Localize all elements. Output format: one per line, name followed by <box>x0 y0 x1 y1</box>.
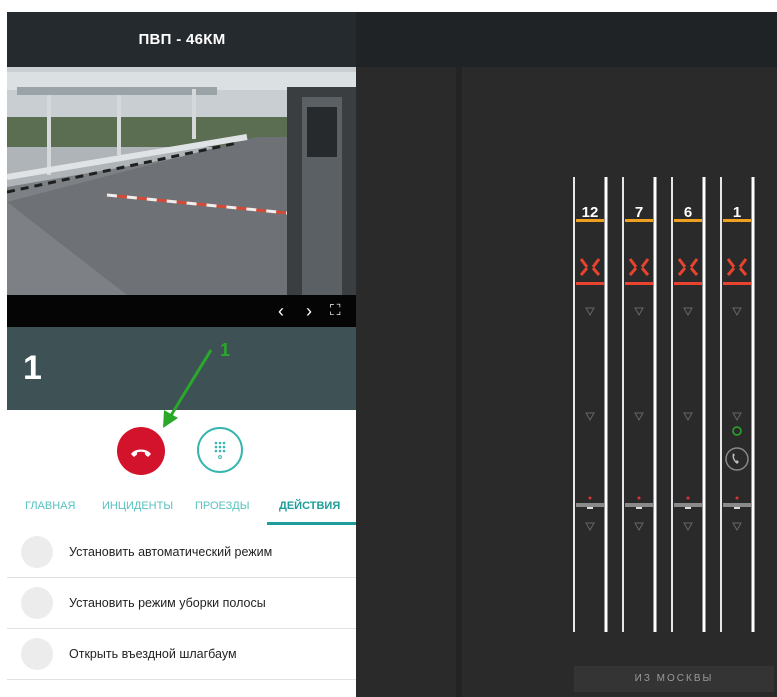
lane-loop-bar <box>625 503 653 507</box>
lane-direction-marker <box>732 522 742 532</box>
lane-closed-bar <box>576 282 604 285</box>
lane-closed-cross <box>726 258 748 276</box>
direction-label: ИЗ МОСКВЫ <box>574 666 774 692</box>
lane-sensor-dot <box>686 496 690 500</box>
lane-top-bar <box>625 219 653 222</box>
annotation-label-1: 1 <box>220 340 231 360</box>
lane-direction-marker <box>634 307 644 317</box>
lane-top-bar <box>576 219 604 222</box>
lane-direction-marker <box>585 412 595 422</box>
lane-sensor-dot <box>637 496 641 500</box>
lane-number-label: 6 <box>684 204 692 221</box>
lane-loop-bar <box>723 503 751 507</box>
lane-number-label: 7 <box>635 204 643 221</box>
lane-loop-marker <box>587 507 593 509</box>
incoming-call-icon <box>725 447 749 471</box>
lane-loop-bar <box>576 503 604 507</box>
lane-direction-marker <box>634 412 644 422</box>
lane-closed-cross <box>579 258 601 276</box>
lane-map-panel: 12 7 6 1 ИЗ МОСКВЫ <box>356 12 777 697</box>
lane-direction-marker <box>634 522 644 532</box>
lane-closed-icon[interactable] <box>677 258 699 276</box>
lane-top-bar <box>674 219 702 222</box>
lane-loop-marker <box>685 507 691 509</box>
lane-direction-marker <box>585 307 595 317</box>
lane-sensor-dot <box>588 496 592 500</box>
annotation-arrow-1 <box>163 349 213 428</box>
lane-closed-cross <box>677 258 699 276</box>
lane-closed-bar <box>674 282 702 285</box>
lane-closed-bar <box>625 282 653 285</box>
lane-closed-icon[interactable] <box>579 258 601 276</box>
lane-number-label: 12 <box>582 204 599 221</box>
lane-loop-marker <box>734 507 740 509</box>
lane-loop-marker <box>636 507 642 509</box>
lane-map: 12 7 6 1 <box>573 177 755 632</box>
lane-direction-marker <box>585 522 595 532</box>
lane-direction-marker <box>683 307 693 317</box>
lane-direction-marker <box>683 522 693 532</box>
lane-direction-marker <box>732 307 742 317</box>
lane-top-bar <box>723 219 751 222</box>
lane-direction-marker <box>683 412 693 422</box>
lane-closed-cross <box>628 258 650 276</box>
lane-direction-marker <box>732 412 742 422</box>
lane-sensor-dot <box>735 496 739 500</box>
lane-number-label: 1 <box>733 204 741 221</box>
lane-closed-icon[interactable] <box>726 258 748 276</box>
operator-icon <box>732 426 742 436</box>
lane-loop-bar <box>674 503 702 507</box>
lane-closed-icon[interactable] <box>628 258 650 276</box>
lane-closed-bar <box>723 282 751 285</box>
